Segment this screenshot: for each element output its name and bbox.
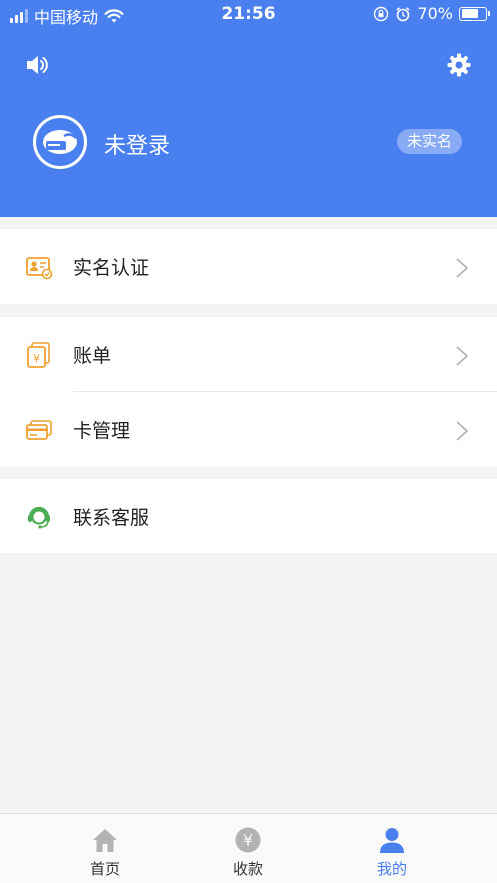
rotation-lock-icon — [374, 6, 389, 21]
realname-status-badge[interactable]: 未实名 — [397, 129, 463, 154]
yuan-bill-icon: ¥ — [27, 342, 50, 368]
tab-home[interactable]: 首页 — [45, 814, 165, 883]
tab-label-home: 首页 — [89, 860, 120, 878]
yuan-circle-icon: ¥ — [235, 827, 261, 853]
chevron-right-icon — [456, 346, 469, 366]
menu-item-card[interactable]: 卡管理 — [0, 392, 497, 466]
tab-collect[interactable]: ¥ 收款 — [188, 814, 308, 883]
svg-text:¥: ¥ — [243, 832, 253, 850]
tab-label-collect: 收款 — [232, 860, 263, 878]
menu-label-realname: 实名认证 — [73, 256, 150, 279]
tab-label-mine: 我的 — [376, 860, 407, 878]
menu-group-identity: 实名认证 — [0, 229, 497, 304]
chevron-right-icon — [456, 421, 469, 441]
battery-icon — [459, 6, 490, 21]
profile-header: 中国移动 21:56 70% 未登录 未实名 — [0, 0, 497, 217]
speaker-icon[interactable] — [24, 52, 50, 78]
status-bar: 中国移动 21:56 70% — [0, 0, 497, 30]
chevron-right-icon — [456, 258, 469, 278]
menu-label-bill: 账单 — [73, 344, 112, 367]
tab-bar: 首页 ¥ 收款 我的 — [0, 813, 497, 883]
tab-mine[interactable]: 我的 — [332, 814, 452, 883]
id-card-icon — [26, 257, 53, 280]
menu-label-card: 卡管理 — [73, 419, 131, 442]
menu-item-realname[interactable]: 实名认证 — [0, 229, 497, 303]
username[interactable]: 未登录 — [104, 128, 170, 160]
battery-percent: 70% — [417, 4, 453, 23]
alarm-icon — [396, 6, 410, 21]
menu-label-service: 联系客服 — [73, 506, 150, 529]
headset-icon — [28, 506, 50, 529]
menu-group-support: 联系客服 — [0, 479, 497, 553]
menu-item-service[interactable]: 联系客服 — [0, 479, 497, 553]
svg-text:¥: ¥ — [33, 352, 40, 365]
menu-group-finance: ¥ 账单 卡管理 — [0, 317, 497, 466]
avatar-logo-icon — [43, 130, 77, 154]
home-icon — [93, 829, 117, 852]
bank-card-icon — [26, 420, 52, 440]
menu-item-bill[interactable]: ¥ 账单 — [0, 317, 497, 391]
avatar[interactable] — [33, 115, 87, 169]
user-icon — [380, 828, 404, 853]
gear-icon[interactable] — [446, 52, 472, 78]
